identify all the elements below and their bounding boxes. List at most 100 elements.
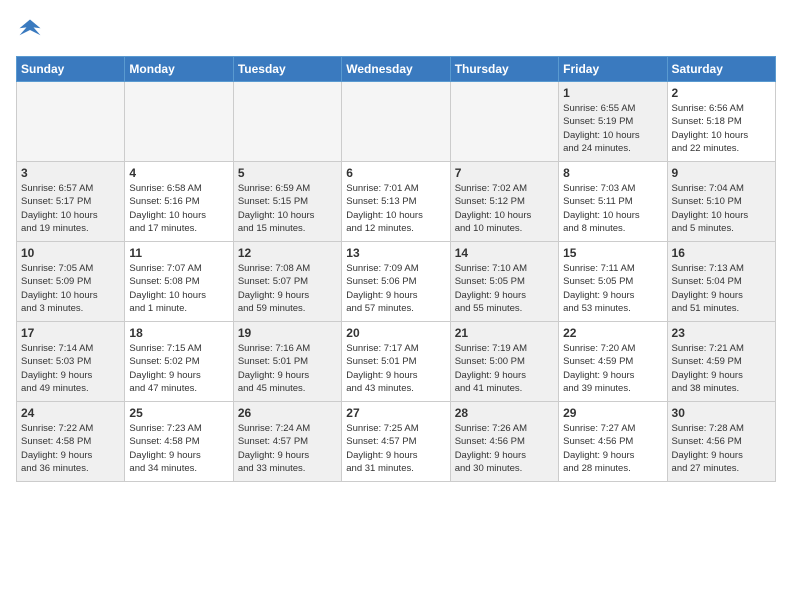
- day-info: Sunrise: 7:16 AM Sunset: 5:01 PM Dayligh…: [238, 342, 337, 395]
- day-number: 8: [563, 166, 662, 180]
- day-info: Sunrise: 7:11 AM Sunset: 5:05 PM Dayligh…: [563, 262, 662, 315]
- day-info: Sunrise: 7:04 AM Sunset: 5:10 PM Dayligh…: [672, 182, 771, 235]
- day-info: Sunrise: 7:05 AM Sunset: 5:09 PM Dayligh…: [21, 262, 120, 315]
- day-number: 18: [129, 326, 228, 340]
- calendar-cell: [450, 82, 558, 162]
- day-number: 30: [672, 406, 771, 420]
- day-info: Sunrise: 6:59 AM Sunset: 5:15 PM Dayligh…: [238, 182, 337, 235]
- calendar-cell: 4 Sunrise: 6:58 AM Sunset: 5:16 PM Daylig…: [125, 162, 233, 242]
- day-number: 17: [21, 326, 120, 340]
- day-info: Sunrise: 7:09 AM Sunset: 5:06 PM Dayligh…: [346, 262, 445, 315]
- day-number: 2: [672, 86, 771, 100]
- day-number: 11: [129, 246, 228, 260]
- day-info: Sunrise: 7:23 AM Sunset: 4:58 PM Dayligh…: [129, 422, 228, 475]
- calendar-cell: 25 Sunrise: 7:23 AM Sunset: 4:58 PM Dayli…: [125, 402, 233, 482]
- day-info: Sunrise: 7:08 AM Sunset: 5:07 PM Dayligh…: [238, 262, 337, 315]
- calendar-cell: 20 Sunrise: 7:17 AM Sunset: 5:01 PM Dayli…: [342, 322, 450, 402]
- day-number: 5: [238, 166, 337, 180]
- day-number: 4: [129, 166, 228, 180]
- day-number: 29: [563, 406, 662, 420]
- day-info: Sunrise: 6:55 AM Sunset: 5:19 PM Dayligh…: [563, 102, 662, 155]
- day-number: 1: [563, 86, 662, 100]
- day-number: 22: [563, 326, 662, 340]
- calendar-cell: 16 Sunrise: 7:13 AM Sunset: 5:04 PM Dayli…: [667, 242, 775, 322]
- day-info: Sunrise: 7:26 AM Sunset: 4:56 PM Dayligh…: [455, 422, 554, 475]
- day-info: Sunrise: 7:10 AM Sunset: 5:05 PM Dayligh…: [455, 262, 554, 315]
- day-info: Sunrise: 7:14 AM Sunset: 5:03 PM Dayligh…: [21, 342, 120, 395]
- day-number: 28: [455, 406, 554, 420]
- calendar-cell: 13 Sunrise: 7:09 AM Sunset: 5:06 PM Dayli…: [342, 242, 450, 322]
- calendar-cell: 21 Sunrise: 7:19 AM Sunset: 5:00 PM Dayli…: [450, 322, 558, 402]
- calendar-cell: 5 Sunrise: 6:59 AM Sunset: 5:15 PM Daylig…: [233, 162, 341, 242]
- day-info: Sunrise: 7:21 AM Sunset: 4:59 PM Dayligh…: [672, 342, 771, 395]
- header-row: SundayMondayTuesdayWednesdayThursdayFrid…: [17, 57, 776, 82]
- day-number: 15: [563, 246, 662, 260]
- weekday-header: Sunday: [17, 57, 125, 82]
- weekday-header: Friday: [559, 57, 667, 82]
- day-number: 21: [455, 326, 554, 340]
- page-header: [16, 16, 776, 44]
- calendar-cell: 22 Sunrise: 7:20 AM Sunset: 4:59 PM Dayli…: [559, 322, 667, 402]
- day-number: 26: [238, 406, 337, 420]
- day-number: 6: [346, 166, 445, 180]
- weekday-header: Tuesday: [233, 57, 341, 82]
- day-info: Sunrise: 7:02 AM Sunset: 5:12 PM Dayligh…: [455, 182, 554, 235]
- calendar-cell: 11 Sunrise: 7:07 AM Sunset: 5:08 PM Dayli…: [125, 242, 233, 322]
- calendar-cell: 28 Sunrise: 7:26 AM Sunset: 4:56 PM Dayli…: [450, 402, 558, 482]
- calendar-cell: 9 Sunrise: 7:04 AM Sunset: 5:10 PM Daylig…: [667, 162, 775, 242]
- calendar-cell: 29 Sunrise: 7:27 AM Sunset: 4:56 PM Dayli…: [559, 402, 667, 482]
- calendar-table: SundayMondayTuesdayWednesdayThursdayFrid…: [16, 56, 776, 482]
- calendar-cell: 8 Sunrise: 7:03 AM Sunset: 5:11 PM Daylig…: [559, 162, 667, 242]
- calendar-cell: 18 Sunrise: 7:15 AM Sunset: 5:02 PM Dayli…: [125, 322, 233, 402]
- day-number: 24: [21, 406, 120, 420]
- week-row: 3 Sunrise: 6:57 AM Sunset: 5:17 PM Daylig…: [17, 162, 776, 242]
- day-info: Sunrise: 7:15 AM Sunset: 5:02 PM Dayligh…: [129, 342, 228, 395]
- calendar-cell: 12 Sunrise: 7:08 AM Sunset: 5:07 PM Dayli…: [233, 242, 341, 322]
- day-info: Sunrise: 6:57 AM Sunset: 5:17 PM Dayligh…: [21, 182, 120, 235]
- day-info: Sunrise: 7:20 AM Sunset: 4:59 PM Dayligh…: [563, 342, 662, 395]
- calendar-cell: [233, 82, 341, 162]
- day-number: 12: [238, 246, 337, 260]
- day-number: 9: [672, 166, 771, 180]
- day-number: 13: [346, 246, 445, 260]
- calendar-cell: [17, 82, 125, 162]
- calendar-cell: 7 Sunrise: 7:02 AM Sunset: 5:12 PM Daylig…: [450, 162, 558, 242]
- weekday-header: Monday: [125, 57, 233, 82]
- day-info: Sunrise: 7:13 AM Sunset: 5:04 PM Dayligh…: [672, 262, 771, 315]
- calendar-cell: 1 Sunrise: 6:55 AM Sunset: 5:19 PM Daylig…: [559, 82, 667, 162]
- day-info: Sunrise: 7:07 AM Sunset: 5:08 PM Dayligh…: [129, 262, 228, 315]
- day-number: 16: [672, 246, 771, 260]
- logo-icon: [16, 16, 44, 44]
- day-info: Sunrise: 7:01 AM Sunset: 5:13 PM Dayligh…: [346, 182, 445, 235]
- day-info: Sunrise: 7:19 AM Sunset: 5:00 PM Dayligh…: [455, 342, 554, 395]
- day-info: Sunrise: 7:03 AM Sunset: 5:11 PM Dayligh…: [563, 182, 662, 235]
- day-number: 27: [346, 406, 445, 420]
- day-info: Sunrise: 7:25 AM Sunset: 4:57 PM Dayligh…: [346, 422, 445, 475]
- calendar-cell: 2Sunrise: 6:56 AM Sunset: 5:18 PM Daylig…: [667, 82, 775, 162]
- day-info: Sunrise: 7:22 AM Sunset: 4:58 PM Dayligh…: [21, 422, 120, 475]
- calendar-cell: 14Sunrise: 7:10 AM Sunset: 5:05 PM Dayli…: [450, 242, 558, 322]
- day-info: Sunrise: 7:27 AM Sunset: 4:56 PM Dayligh…: [563, 422, 662, 475]
- day-number: 3: [21, 166, 120, 180]
- day-number: 10: [21, 246, 120, 260]
- calendar-cell: 24 Sunrise: 7:22 AM Sunset: 4:58 PM Dayli…: [17, 402, 125, 482]
- day-info: Sunrise: 7:17 AM Sunset: 5:01 PM Dayligh…: [346, 342, 445, 395]
- day-info: Sunrise: 7:24 AM Sunset: 4:57 PM Dayligh…: [238, 422, 337, 475]
- day-number: 25: [129, 406, 228, 420]
- calendar-cell: 6 Sunrise: 7:01 AM Sunset: 5:13 PM Daylig…: [342, 162, 450, 242]
- calendar-cell: 23Sunrise: 7:21 AM Sunset: 4:59 PM Dayli…: [667, 322, 775, 402]
- calendar-cell: 30 Sunrise: 7:28 AM Sunset: 4:56 PM Dayli…: [667, 402, 775, 482]
- calendar-cell: 10 Sunrise: 7:05 AM Sunset: 5:09 PM Dayli…: [17, 242, 125, 322]
- logo: [16, 16, 48, 44]
- calendar-cell: [125, 82, 233, 162]
- week-row: 17 Sunrise: 7:14 AM Sunset: 5:03 PM Dayli…: [17, 322, 776, 402]
- calendar-cell: 19Sunrise: 7:16 AM Sunset: 5:01 PM Dayli…: [233, 322, 341, 402]
- calendar-cell: 17 Sunrise: 7:14 AM Sunset: 5:03 PM Dayli…: [17, 322, 125, 402]
- day-number: 20: [346, 326, 445, 340]
- day-number: 7: [455, 166, 554, 180]
- week-row: 24 Sunrise: 7:22 AM Sunset: 4:58 PM Dayli…: [17, 402, 776, 482]
- day-info: Sunrise: 6:58 AM Sunset: 5:16 PM Dayligh…: [129, 182, 228, 235]
- day-info: Sunrise: 7:28 AM Sunset: 4:56 PM Dayligh…: [672, 422, 771, 475]
- weekday-header: Wednesday: [342, 57, 450, 82]
- week-row: 10 Sunrise: 7:05 AM Sunset: 5:09 PM Dayli…: [17, 242, 776, 322]
